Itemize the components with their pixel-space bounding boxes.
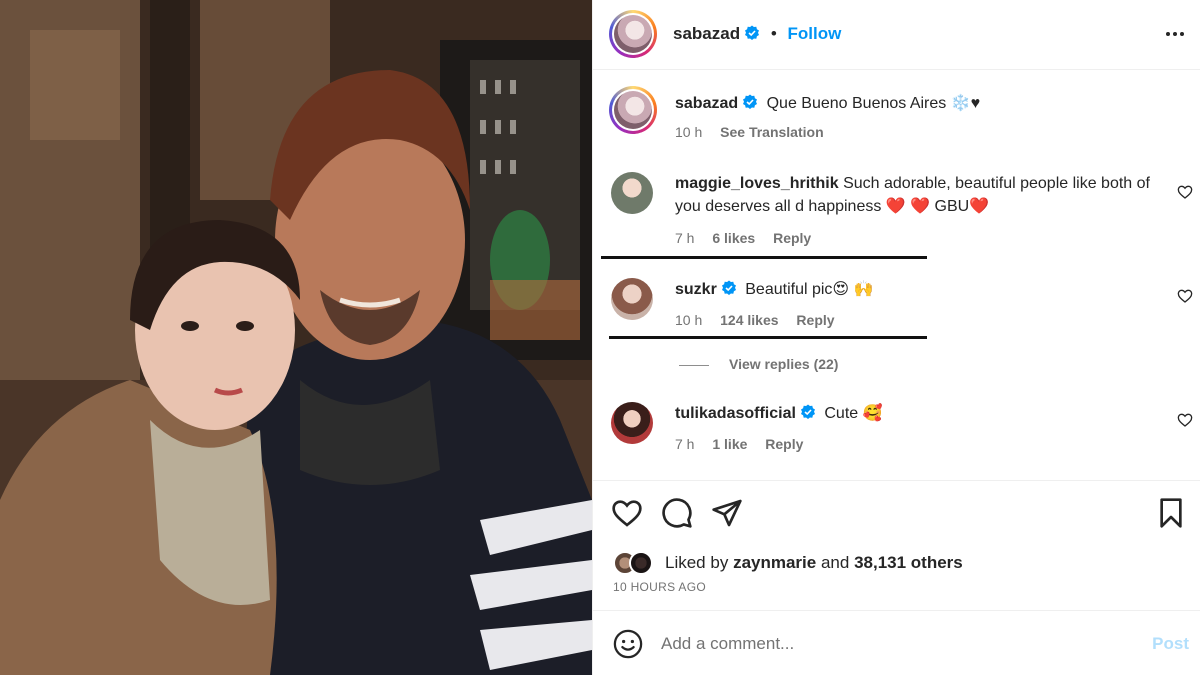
post-button[interactable]: Post [1152,634,1189,654]
comment-likes[interactable]: 1 like [712,436,747,452]
highlight-underline [609,336,927,339]
liked-by-user[interactable]: zaynmarie [733,553,816,572]
reply-button[interactable]: Reply [773,230,811,246]
author-avatar[interactable] [609,10,657,58]
comment-time: 7 h [675,436,695,452]
comment-like-heart-icon[interactable] [1177,184,1193,200]
post-header: sabazad • Follow [593,0,1200,70]
bookmark-icon[interactable] [1155,497,1187,529]
highlight-underline [601,256,927,259]
reply-button[interactable]: Reply [796,312,834,328]
comment-text-row: tulikadasofficial Cute 🥰 [675,402,1175,425]
caption-text-row: sabazad Que Bueno Buenos Aires ❄️♥ [675,92,1175,115]
verified-badge-icon [743,94,758,109]
view-replies-label: View replies (22) [729,356,839,372]
comment-input[interactable] [661,631,1121,657]
comment-likes[interactable]: 124 likes [720,312,778,328]
comment-likes[interactable]: 6 likes [712,230,755,246]
comment-like-heart-icon[interactable] [1177,412,1193,428]
reply-button[interactable]: Reply [765,436,803,452]
comment-meta: 7 h 6 likes Reply [675,230,825,246]
comment-meta: 10 h 124 likes Reply [675,312,849,328]
comment-meta: 7 h 1 like Reply [675,436,817,452]
emoji-icon[interactable] [613,629,643,659]
likes-summary: Liked by zaynmarie and 38,131 others [665,553,963,573]
post-photo-illustration [0,0,592,675]
likes-count[interactable]: 38,131 others [854,553,963,572]
author-username[interactable]: sabazad [673,24,740,43]
commenter-avatar[interactable] [611,402,653,444]
commenter-username[interactable]: maggie_loves_hrithik [675,175,839,192]
likes-prefix: Liked by [665,553,729,572]
comment-composer: Post [593,610,1200,675]
verified-badge-icon [721,280,736,295]
likes-and: and [820,553,850,572]
commenter-username[interactable]: tulikadasofficial [675,405,796,422]
post-detail-panel: sabazad • Follow sabazad Que Bueno Bueno… [592,0,1200,675]
commenter-avatar[interactable] [611,172,653,214]
comment-time: 7 h [675,230,695,246]
caption-author-avatar[interactable] [609,86,657,134]
likers-avatars[interactable] [613,551,661,575]
comment-like-heart-icon[interactable] [1177,288,1193,304]
post-photo[interactable] [0,0,592,675]
comment-text-row: suzkr Beautiful pic😍 🙌 [675,278,1175,301]
comment-icon[interactable] [661,497,693,529]
verified-badge-icon [800,404,815,419]
separator-dot: • [770,24,777,43]
view-replies-button[interactable]: View replies (22) [679,356,838,372]
comment-text-row: maggie_loves_hrithik Such adorable, beau… [675,172,1175,218]
verified-badge-icon [745,25,760,40]
post-actions: Liked by zaynmarie and 38,131 others 10 … [593,480,1200,610]
heart-icon[interactable] [611,497,643,529]
comment-time: 10 h [675,312,703,328]
more-horizontal-icon[interactable] [1165,24,1185,44]
commenter-username[interactable]: suzkr [675,281,717,298]
see-translation-button[interactable]: See Translation [720,124,823,140]
caption-time: 10 h [675,124,703,140]
comment-body: Beautiful pic😍 🙌 [745,281,874,298]
view-replies-line [679,364,709,366]
commenter-avatar[interactable] [611,278,653,320]
liker-avatar [629,551,653,575]
author-row: sabazad • Follow [673,24,841,44]
caption-author[interactable]: sabazad [675,95,738,112]
comments-list: sabazad Que Bueno Buenos Aires ❄️♥ 10 h … [593,70,1200,480]
follow-button[interactable]: Follow [788,24,842,43]
comment-body: Cute 🥰 [824,405,883,422]
caption-meta: 10 h See Translation [675,124,838,140]
caption-body: Que Bueno Buenos Aires ❄️♥ [766,95,981,112]
post-timestamp: 10 HOURS AGO [613,580,706,594]
send-icon[interactable] [711,497,743,529]
